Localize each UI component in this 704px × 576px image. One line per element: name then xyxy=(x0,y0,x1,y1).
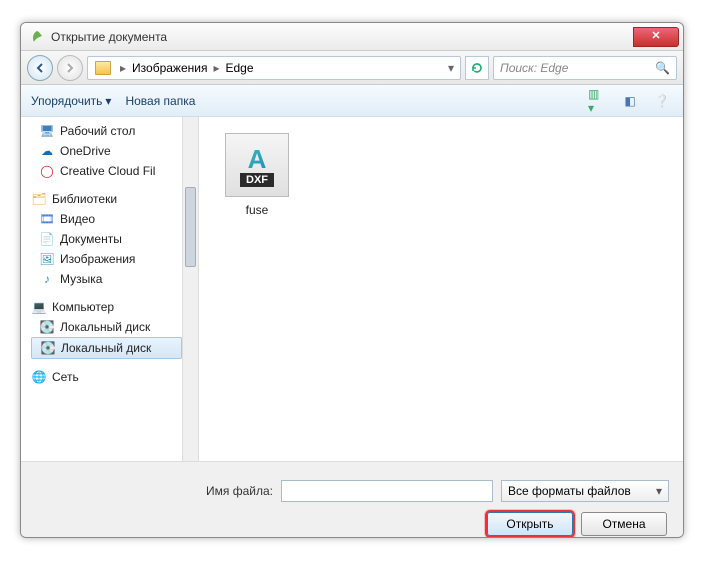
nav-pane: 🖥Рабочий стол ☁OneDrive ◯Creative Cloud … xyxy=(21,117,199,461)
tree-item-creativecloud[interactable]: ◯Creative Cloud Fil xyxy=(21,161,198,181)
scrollbar[interactable] xyxy=(182,117,198,461)
dialog-footer: Имя файла: Все форматы файлов ▾ Открыть … xyxy=(21,461,683,538)
disk-icon: 💽 xyxy=(40,340,56,356)
preview-pane-button[interactable]: ◧ xyxy=(619,91,641,111)
video-icon: 🎞 xyxy=(39,211,55,227)
breadcrumb-part[interactable]: Изображения xyxy=(132,61,207,75)
breadcrumb[interactable]: ▸ Изображения ▸ Edge ▾ xyxy=(87,56,461,80)
chevron-down-icon[interactable]: ▾ xyxy=(446,61,456,75)
search-input[interactable]: Поиск: Edge 🔍 xyxy=(493,56,677,80)
file-extension-badge: DXF xyxy=(240,173,274,187)
filename-input[interactable] xyxy=(281,480,493,502)
chevron-down-icon: ▾ xyxy=(105,94,111,108)
creative-cloud-icon: ◯ xyxy=(39,163,55,179)
new-folder-button[interactable]: Новая папка xyxy=(125,94,195,108)
tree-group-libraries[interactable]: 🗂Библиотеки xyxy=(21,189,198,209)
chevron-down-icon: ▾ xyxy=(656,484,662,498)
app-icon xyxy=(29,29,45,45)
toolbar: Упорядочить▾ Новая папка ▥ ▾ ◧ ❔ xyxy=(21,85,683,117)
tree-item-localdisk[interactable]: 💽Локальный диск xyxy=(31,337,182,359)
breadcrumb-part[interactable]: Edge xyxy=(225,61,253,75)
dialog-body: 🖥Рабочий стол ☁OneDrive ◯Creative Cloud … xyxy=(21,117,683,461)
titlebar: Открытие документа ✕ xyxy=(21,23,683,51)
dxf-file-icon: A DXF xyxy=(225,133,289,197)
open-dialog: Открытие документа ✕ ▸ Изображения ▸ Edg… xyxy=(20,22,684,538)
navbar: ▸ Изображения ▸ Edge ▾ Поиск: Edge 🔍 xyxy=(21,51,683,85)
window-title: Открытие документа xyxy=(51,30,633,44)
back-button[interactable] xyxy=(27,55,53,81)
file-item[interactable]: A DXF fuse xyxy=(215,133,299,217)
tree-item-desktop[interactable]: 🖥Рабочий стол xyxy=(21,121,198,141)
autodesk-logo-icon: A xyxy=(248,144,267,175)
refresh-button[interactable] xyxy=(465,56,489,80)
tree-item-video[interactable]: 🎞Видео xyxy=(21,209,198,229)
forward-button[interactable] xyxy=(57,55,83,81)
desktop-icon: 🖥 xyxy=(39,123,55,139)
disk-icon: 💽 xyxy=(39,319,55,335)
search-icon: 🔍 xyxy=(655,61,670,75)
file-filter-select[interactable]: Все форматы файлов ▾ xyxy=(501,480,669,502)
document-icon: 📄 xyxy=(39,231,55,247)
tree-item-music[interactable]: ♪Музыка xyxy=(21,269,198,289)
tree-group-network[interactable]: 🌐Сеть xyxy=(21,367,198,387)
filename-label: Имя файла: xyxy=(35,484,273,498)
chevron-right-icon: ▸ xyxy=(118,61,128,75)
chevron-right-icon: ▸ xyxy=(211,61,221,75)
scroll-thumb[interactable] xyxy=(185,187,196,267)
close-button[interactable]: ✕ xyxy=(633,27,679,47)
cancel-button[interactable]: Отмена xyxy=(581,512,667,536)
pictures-icon: 🖼 xyxy=(39,251,55,267)
organize-menu[interactable]: Упорядочить▾ xyxy=(31,94,111,108)
computer-icon: 💻 xyxy=(31,299,47,315)
help-button[interactable]: ❔ xyxy=(651,91,673,111)
tree-item-onedrive[interactable]: ☁OneDrive xyxy=(21,141,198,161)
open-button[interactable]: Открыть xyxy=(487,512,573,536)
network-icon: 🌐 xyxy=(31,369,47,385)
tree-item-images[interactable]: 🖼Изображения xyxy=(21,249,198,269)
tree-item-documents[interactable]: 📄Документы xyxy=(21,229,198,249)
tree-item-localdisk[interactable]: 💽Локальный диск xyxy=(21,317,198,337)
libraries-icon: 🗂 xyxy=(31,191,47,207)
file-name: fuse xyxy=(215,203,299,217)
cloud-icon: ☁ xyxy=(39,143,55,159)
file-list[interactable]: A DXF fuse xyxy=(199,117,683,461)
tree-group-computer[interactable]: 💻Компьютер xyxy=(21,297,198,317)
search-placeholder: Поиск: Edge xyxy=(500,61,568,75)
view-menu[interactable]: ▥ ▾ xyxy=(587,91,609,111)
folder-icon xyxy=(95,61,111,75)
music-icon: ♪ xyxy=(39,271,55,287)
